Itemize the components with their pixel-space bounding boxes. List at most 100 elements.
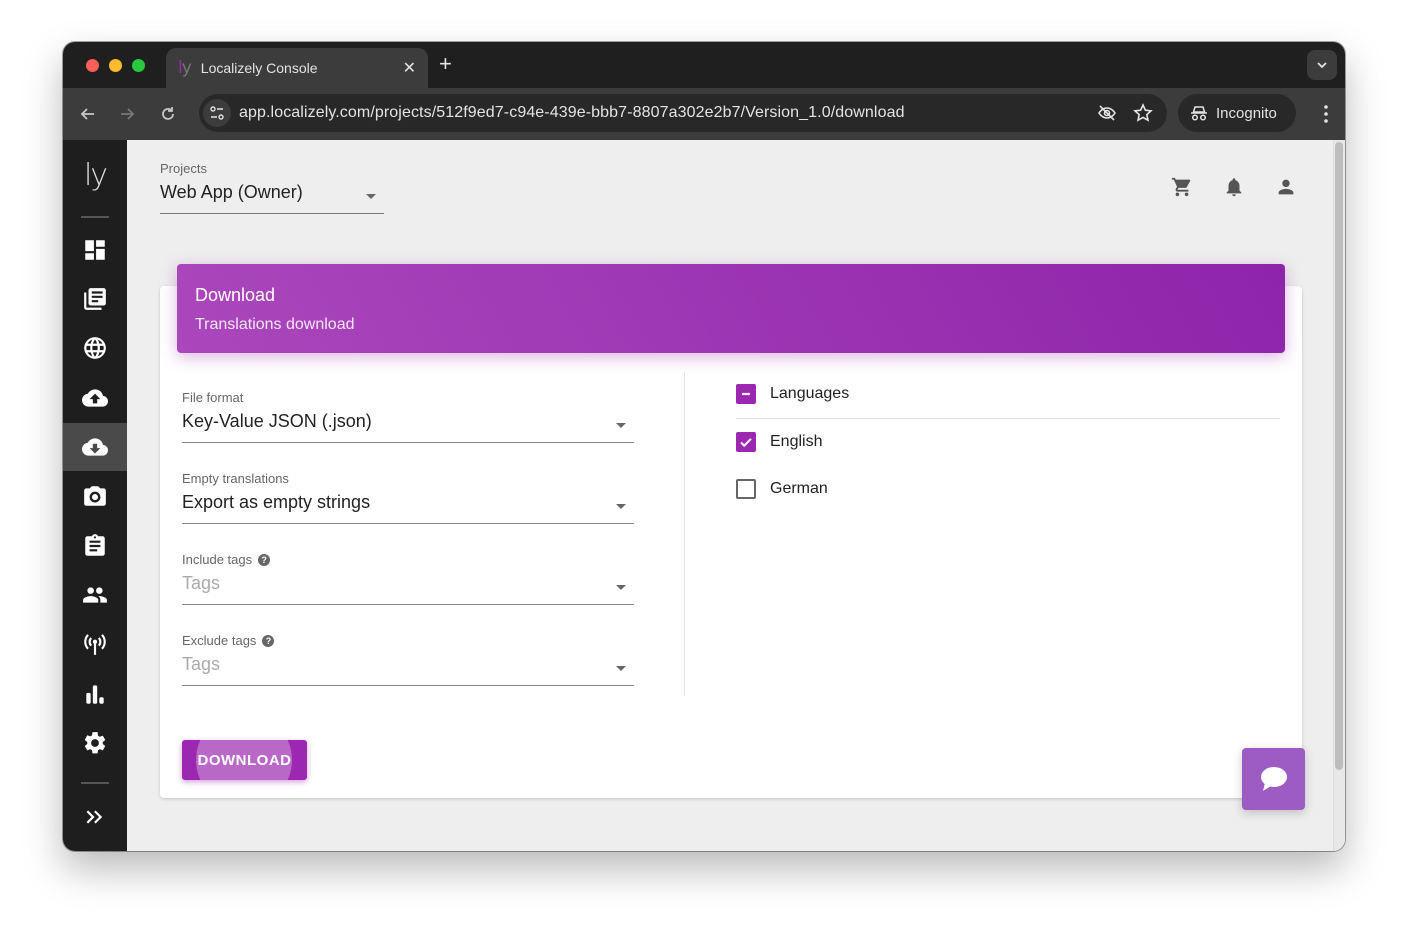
favicon-icon: ly [178, 58, 192, 78]
minus-icon [742, 392, 750, 396]
sidebar-item-reports[interactable] [63, 670, 127, 718]
languages-label: Languages [770, 385, 850, 402]
chat-widget-button[interactable] [1242, 748, 1305, 810]
cloud-download-icon [82, 438, 108, 456]
account-icon[interactable] [1275, 176, 1297, 198]
sidebar-item-screenshots[interactable] [63, 472, 127, 520]
eye-off-icon[interactable] [1097, 103, 1117, 123]
language-item-german[interactable]: German [736, 479, 828, 499]
sidebar-item-dashboard[interactable] [63, 226, 127, 274]
people-icon [83, 587, 107, 603]
card-title: Download [195, 285, 276, 305]
caret-down-icon [616, 504, 626, 509]
site-info-button[interactable] [203, 99, 231, 127]
close-tab-icon[interactable]: ✕ [403, 58, 416, 78]
library-books-icon [84, 288, 106, 310]
dashboard-icon [85, 240, 105, 260]
include-tags-placeholder: Tags [182, 573, 221, 593]
file-format-value: Key-Value JSON (.json) [182, 411, 372, 431]
sidebar-divider [81, 216, 109, 218]
maximize-window-button[interactable] [132, 59, 145, 72]
caret-down-icon [366, 194, 376, 199]
projects-label: Projects [160, 161, 207, 176]
languages-divider [736, 418, 1280, 419]
bell-icon[interactable] [1223, 176, 1245, 198]
empty-translations-value: Export as empty strings [182, 492, 371, 512]
file-format-field: File format Key-Value JSON (.json) [182, 390, 634, 443]
localizely-logo[interactable]: ly [63, 158, 127, 193]
sidebar-item-tasks[interactable] [63, 522, 127, 570]
exclude-tags-placeholder: Tags [182, 654, 221, 674]
german-label: German [770, 480, 828, 497]
header-actions [1171, 176, 1297, 198]
tune-icon [210, 106, 224, 120]
antenna-icon [84, 634, 106, 655]
cart-icon[interactable] [1171, 176, 1193, 198]
incognito-label: Incognito [1216, 104, 1277, 122]
download-button-label: DOWNLOAD [197, 751, 292, 769]
sidebar-item-languages[interactable] [63, 324, 127, 372]
cloud-upload-icon [82, 389, 108, 407]
column-divider [684, 372, 685, 696]
project-select[interactable]: Web App (Owner) [160, 182, 384, 214]
scrollbar-thumb[interactable] [1335, 142, 1343, 770]
caret-down-icon [616, 666, 626, 671]
tab-strip: ly Localizely Console ✕ + [63, 42, 1345, 88]
gear-icon [84, 732, 106, 754]
page-scrollbar[interactable] [1333, 140, 1345, 851]
exclude-tags-field: Exclude tags ? Tags [182, 633, 634, 686]
help-icon[interactable]: ? [262, 634, 275, 647]
exclude-tags-select[interactable]: Tags [182, 654, 634, 686]
include-tags-select[interactable]: Tags [182, 573, 634, 605]
incognito-icon [1191, 106, 1207, 121]
download-button[interactable]: DOWNLOAD [182, 740, 307, 780]
sidebar-item-translations[interactable] [63, 275, 127, 323]
empty-translations-select[interactable]: Export as empty strings [182, 492, 634, 524]
incognito-button[interactable]: Incognito [1178, 94, 1296, 132]
sidebar-item-upload[interactable] [63, 374, 127, 422]
chat-bubble-icon [1260, 767, 1287, 791]
download-card [160, 286, 1302, 798]
languages-checkbox[interactable] [736, 384, 756, 404]
help-icon[interactable]: ? [258, 553, 271, 566]
address-bar[interactable]: app.localizely.com/projects/512f9ed7-c94… [199, 94, 1167, 132]
sidebar-item-download[interactable] [63, 423, 127, 471]
back-button[interactable] [77, 103, 99, 125]
browser-tab[interactable]: ly Localizely Console ✕ [166, 48, 428, 88]
card-header: Download Translations download [177, 264, 1285, 353]
arrow-right-icon [121, 108, 135, 120]
sidebar-expand-button[interactable] [63, 793, 127, 841]
project-select-value: Web App (Owner) [160, 182, 303, 202]
sidebar: ly [63, 140, 127, 851]
browser-toolbar: app.localizely.com/projects/512f9ed7-c94… [63, 88, 1345, 140]
file-format-select[interactable]: Key-Value JSON (.json) [182, 411, 634, 443]
browser-menu-button[interactable] [1323, 104, 1329, 129]
language-item-english[interactable]: English [736, 432, 822, 452]
german-checkbox[interactable] [736, 479, 756, 499]
forward-button[interactable] [116, 103, 138, 125]
minimize-window-button[interactable] [109, 59, 122, 72]
sidebar-item-team[interactable] [63, 571, 127, 619]
exclude-tags-label: Exclude tags [182, 633, 257, 648]
english-checkbox[interactable] [736, 432, 756, 452]
empty-translations-field: Empty translations Export as empty strin… [182, 471, 634, 524]
sidebar-item-settings[interactable] [63, 719, 127, 767]
tab-search-button[interactable] [1307, 50, 1337, 80]
camera-icon [84, 486, 106, 506]
chevron-down-icon [1317, 62, 1327, 69]
caret-down-icon [616, 423, 626, 428]
browser-window: ly Localizely Console ✕ + app.localizely… [63, 42, 1345, 851]
star-icon[interactable] [1133, 103, 1153, 123]
tab-title: Localizely Console [200, 60, 318, 76]
caret-down-icon [616, 585, 626, 590]
more-vert-icon [1324, 105, 1328, 123]
sidebar-item-integrations[interactable] [63, 620, 127, 668]
close-window-button[interactable] [86, 59, 99, 72]
languages-select-all[interactable]: Languages [736, 384, 849, 404]
bar-chart-icon [86, 685, 104, 704]
new-tab-button[interactable]: + [439, 51, 452, 77]
clipboard-icon [85, 534, 105, 556]
check-icon [740, 438, 752, 448]
reload-button[interactable] [157, 103, 179, 125]
reload-icon [162, 107, 174, 120]
